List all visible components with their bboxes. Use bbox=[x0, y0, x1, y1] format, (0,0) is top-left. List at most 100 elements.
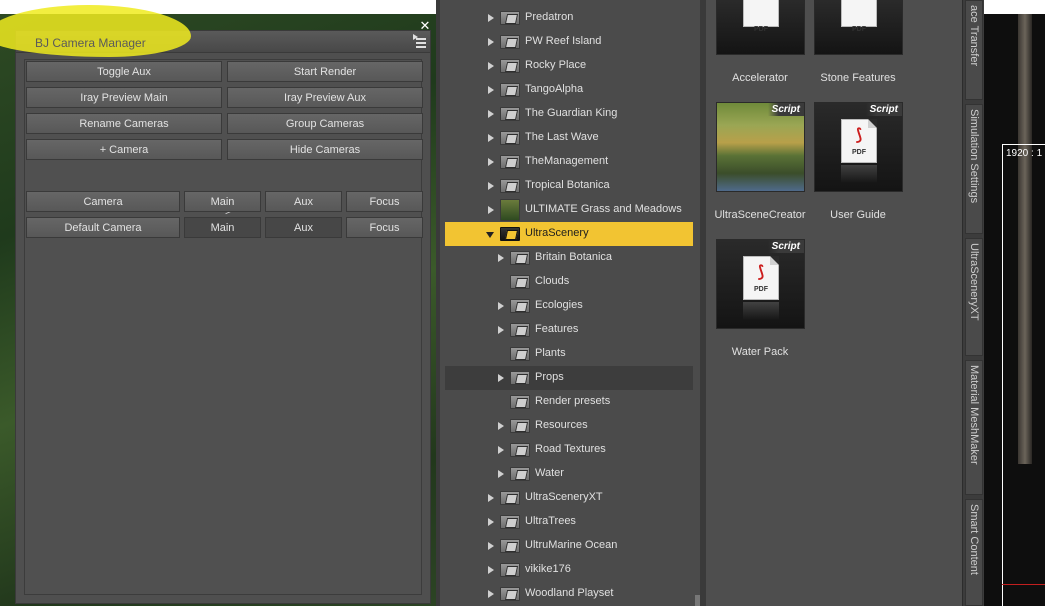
tab-label: Simulation Settings bbox=[968, 109, 980, 204]
tree-item-ultrasceneryxt[interactable]: UltraSceneryXT bbox=[445, 486, 693, 510]
tree-item-plants[interactable]: Plants bbox=[445, 342, 693, 366]
tree-item-render-presets[interactable]: Render presets bbox=[445, 390, 693, 414]
default-camera-aux-button[interactable]: Aux bbox=[265, 217, 342, 238]
camera-focus-button[interactable]: Focus bbox=[346, 191, 423, 212]
pdf-text: PDF bbox=[754, 26, 768, 33]
expand-arrow-icon[interactable] bbox=[488, 518, 494, 526]
expand-arrow-icon[interactable] bbox=[498, 374, 504, 382]
expand-arrow-icon[interactable] bbox=[498, 254, 504, 262]
tree-item-label: TangoAlpha bbox=[525, 83, 584, 95]
expand-arrow-icon[interactable] bbox=[498, 470, 504, 478]
panel-menu-icon[interactable] bbox=[413, 34, 429, 48]
collapse-arrow-icon[interactable] bbox=[486, 232, 494, 242]
expand-arrow-icon[interactable] bbox=[488, 182, 494, 190]
expand-arrow-icon[interactable] bbox=[498, 326, 504, 334]
tree-item-the-last-wave[interactable]: The Last Wave bbox=[445, 126, 693, 150]
expand-arrow-icon[interactable] bbox=[488, 206, 494, 214]
scene-viewport-right[interactable]: 1920 : 1 bbox=[984, 14, 1045, 606]
expand-arrow-icon[interactable] bbox=[498, 302, 504, 310]
tree-item-label: Resources bbox=[535, 419, 588, 431]
panel-title-bar[interactable]: BJ Camera Manager bbox=[0, 5, 430, 57]
group-cameras-button[interactable]: Group Cameras bbox=[227, 113, 423, 134]
close-icon[interactable]: ✕ bbox=[419, 19, 431, 32]
file-thumbnail-ultrascenecreator[interactable]: Script bbox=[716, 102, 805, 192]
expand-arrow-icon[interactable] bbox=[488, 134, 494, 142]
file-thumbnail-user-guide[interactable]: Script ⟆ PDF bbox=[814, 102, 903, 192]
camera-aux-button[interactable]: Aux bbox=[265, 191, 342, 212]
folder-icon bbox=[500, 131, 520, 145]
tree-item-tropical-botanica[interactable]: Tropical Botanica bbox=[445, 174, 693, 198]
camera-select-button[interactable]: Camera bbox=[26, 191, 180, 212]
tree-item-road-textures[interactable]: Road Textures bbox=[445, 438, 693, 462]
folder-icon bbox=[500, 179, 520, 193]
folder-icon bbox=[500, 227, 520, 241]
tab-material-meshmaker[interactable]: Material MeshMaker bbox=[965, 360, 983, 495]
folder-icon bbox=[510, 275, 530, 289]
expand-arrow-icon[interactable] bbox=[488, 110, 494, 118]
expand-arrow-icon[interactable] bbox=[488, 494, 494, 502]
camera-manager-panel: BJ Camera Manager ✕ Toggle Aux Start Ren… bbox=[0, 5, 431, 604]
iray-preview-main-button[interactable]: Iray Preview Main bbox=[26, 87, 222, 108]
tab-smart-content[interactable]: Smart Content bbox=[965, 499, 983, 606]
folder-icon bbox=[510, 443, 530, 457]
expand-arrow-icon[interactable] bbox=[488, 590, 494, 598]
tree-item-woodland-playset[interactable]: Woodland Playset bbox=[445, 582, 693, 606]
folder-icon bbox=[510, 371, 530, 385]
tree-item-ultimate-grass-and-meadows[interactable]: ULTIMATE Grass and Meadows bbox=[445, 198, 693, 222]
folder-icon bbox=[500, 107, 520, 121]
tab-surface-transfer[interactable]: ace Transfer bbox=[965, 0, 983, 100]
file-thumbnail-stone-features[interactable]: PDF bbox=[814, 0, 903, 55]
tree-item-ecologies[interactable]: Ecologies bbox=[445, 294, 693, 318]
folder-icon bbox=[510, 347, 530, 361]
tab-label: UltraSceneryXT bbox=[968, 243, 980, 321]
toggle-aux-button[interactable]: Toggle Aux bbox=[26, 61, 222, 82]
camera-main-button[interactable]: Main bbox=[184, 191, 261, 212]
folder-icon bbox=[510, 395, 530, 409]
file-label: UltraSceneCreator bbox=[714, 209, 806, 221]
folder-icon bbox=[500, 35, 520, 49]
tree-item-tangoalpha[interactable]: TangoAlpha bbox=[445, 78, 693, 102]
file-thumbnail-accelerator[interactable]: PDF bbox=[716, 0, 805, 55]
file-thumbnail-water-pack[interactable]: Script ⟆ PDF bbox=[716, 239, 805, 329]
tree-item-label: vikike176 bbox=[525, 563, 571, 575]
add-camera-button[interactable]: + Camera bbox=[26, 139, 222, 160]
tree-item-props[interactable]: Props bbox=[445, 366, 693, 390]
tree-item-pw-reef-island[interactable]: PW Reef Island bbox=[445, 30, 693, 54]
expand-arrow-icon[interactable] bbox=[488, 86, 494, 94]
tree-item-themanagement[interactable]: TheManagement bbox=[445, 150, 693, 174]
iray-preview-aux-button[interactable]: Iray Preview Aux bbox=[227, 87, 423, 108]
files-panel: PDF Accelerator PDF Stone Features Scrip… bbox=[700, 0, 962, 606]
expand-arrow-icon[interactable] bbox=[488, 542, 494, 550]
default-camera-select-button[interactable]: Default Camera bbox=[26, 217, 180, 238]
hide-cameras-button[interactable]: Hide Cameras bbox=[227, 139, 423, 160]
tree-item-features[interactable]: Features bbox=[445, 318, 693, 342]
tree-item-ultratrees[interactable]: UltraTrees bbox=[445, 510, 693, 534]
rename-cameras-button[interactable]: Rename Cameras bbox=[26, 113, 222, 134]
grass-thumbnail-icon bbox=[500, 199, 520, 221]
tree-item-rocky-place[interactable]: Rocky Place bbox=[445, 54, 693, 78]
tab-simulation-settings[interactable]: Simulation Settings bbox=[965, 104, 983, 234]
expand-arrow-icon[interactable] bbox=[488, 62, 494, 70]
tree-item-label: Road Textures bbox=[535, 443, 606, 455]
tree-item-resources[interactable]: Resources bbox=[445, 414, 693, 438]
expand-arrow-icon[interactable] bbox=[488, 14, 494, 22]
start-render-button[interactable]: Start Render bbox=[227, 61, 423, 82]
tree-item-vikike176[interactable]: vikike176 bbox=[445, 558, 693, 582]
tree-item-water[interactable]: Water bbox=[445, 462, 693, 486]
expand-arrow-icon[interactable] bbox=[488, 38, 494, 46]
tree-item-ultrascenery[interactable]: UltraScenery bbox=[445, 222, 693, 246]
tree-item-ultrumarine-ocean[interactable]: UltruMarine Ocean bbox=[445, 534, 693, 558]
expand-arrow-icon[interactable] bbox=[488, 566, 494, 574]
expand-arrow-icon[interactable] bbox=[498, 422, 504, 430]
expand-arrow-icon[interactable] bbox=[498, 446, 504, 454]
default-camera-focus-button[interactable]: Focus bbox=[346, 217, 423, 238]
tab-label: Material MeshMaker bbox=[968, 365, 980, 465]
folder-icon bbox=[510, 299, 530, 313]
tree-item-the-guardian-king[interactable]: The Guardian King bbox=[445, 102, 693, 126]
tree-item-predatron[interactable]: Predatron bbox=[445, 6, 693, 30]
tree-item-clouds[interactable]: Clouds bbox=[445, 270, 693, 294]
expand-arrow-icon[interactable] bbox=[488, 158, 494, 166]
default-camera-main-button[interactable]: Main bbox=[184, 217, 261, 238]
tree-item-britain-botanica[interactable]: Britain Botanica bbox=[445, 246, 693, 270]
tab-ultrasceneryxt[interactable]: UltraSceneryXT bbox=[965, 238, 983, 356]
